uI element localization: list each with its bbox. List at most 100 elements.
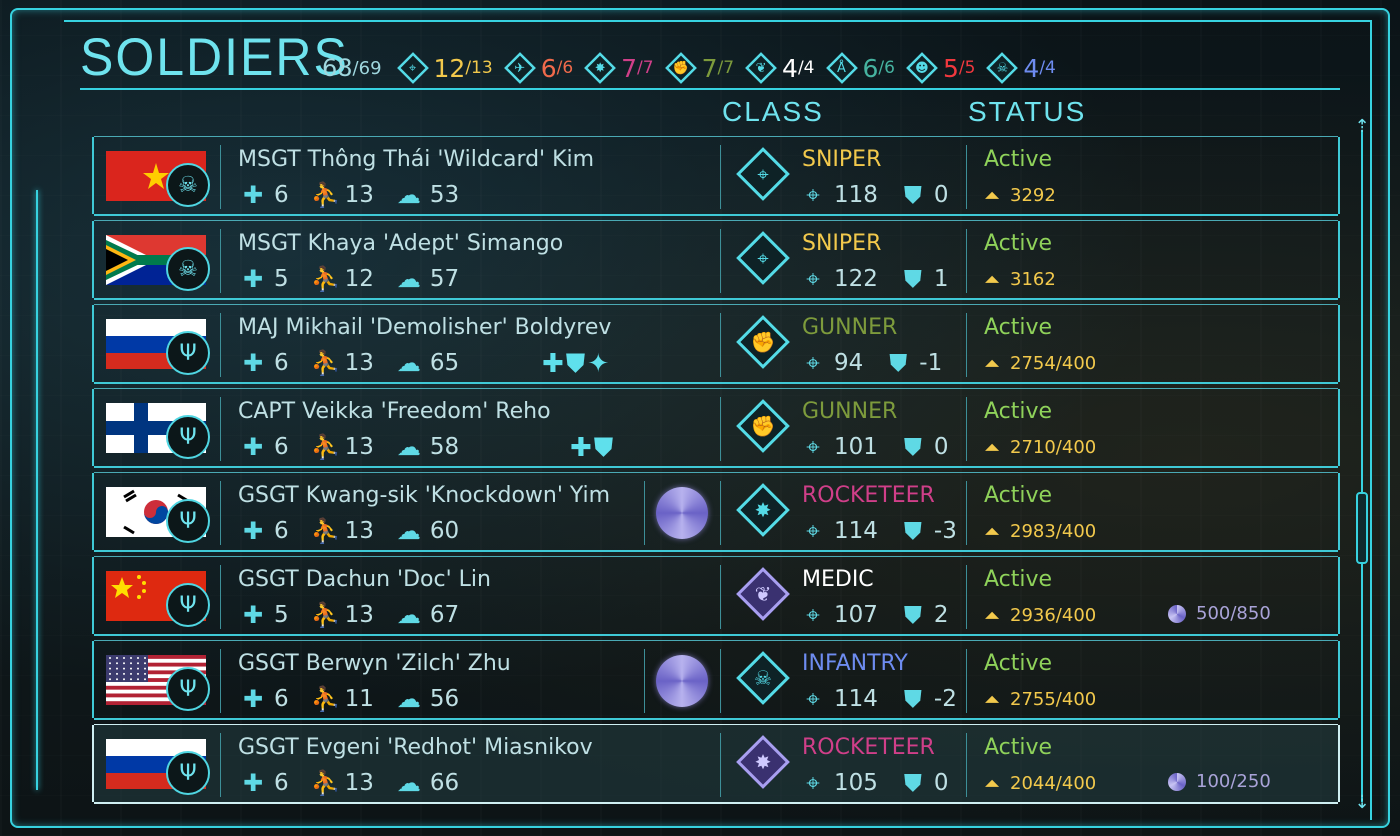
- soldier-row[interactable]: Ψ GSGT Dachun 'Doc' Lin ✚ 5 ⛹ 13 ☁ 67 ❦ MEDIC ⌖ 107…: [92, 556, 1340, 636]
- scroll-down-arrow-icon[interactable]: ⇣: [1352, 794, 1372, 812]
- stat-will: ☁ 56: [396, 685, 459, 713]
- stat-will-value: 57: [429, 266, 460, 292]
- mobility-perk-icon: ✦: [587, 349, 610, 379]
- soldier-stats: ✚ 6 ⛹ 13 ☁ 60: [240, 517, 481, 545]
- xp-value: 2936/400: [1010, 604, 1097, 626]
- scrollbar-track[interactable]: [1361, 130, 1363, 802]
- page-title: SOLDIERS: [80, 27, 349, 87]
- divider: [720, 229, 721, 293]
- soldier-row[interactable]: Ψ GSGT Berwyn 'Zilch' Zhu ✚ 6 ⛹ 11 ☁ 56 ☠ INFANTR…: [92, 640, 1340, 720]
- trident-rank-icon: Ψ: [166, 667, 210, 711]
- rank-chevron-icon: ⏶: [984, 687, 1000, 711]
- health-perk-icon: ✚: [570, 433, 592, 463]
- perk-icons: ✚ ⛊: [568, 433, 613, 464]
- stat-will: ☁ 53: [396, 181, 459, 209]
- health-cross-icon: ✚: [242, 349, 264, 377]
- stat-hp-value: 6: [274, 686, 289, 712]
- will-brain-icon: ☁: [396, 685, 421, 713]
- class-name: MEDIC: [802, 567, 874, 592]
- rank-chevron-icon: ⏶: [984, 183, 1000, 207]
- xp-value: 3292: [1010, 184, 1056, 206]
- scroll-up-arrow-icon[interactable]: ⇡: [1352, 118, 1372, 136]
- class-count-item: ✈ 6/6: [503, 51, 573, 85]
- health-cross-icon: ✚: [242, 685, 264, 713]
- aim-crosshair-icon: ⌖: [806, 517, 820, 545]
- class-stats: ⌖ 105 ⛊ 0: [800, 769, 971, 797]
- sniper-class-icon: ⌖: [736, 147, 790, 201]
- class-count-value: 6: [540, 53, 557, 83]
- stat-defense: ⛊ -2: [900, 685, 957, 713]
- defense-shield-icon: ⛊: [903, 685, 922, 713]
- health-perk-icon: ✚: [542, 349, 564, 379]
- class-count-value: 12: [433, 53, 466, 83]
- gunner-class-icon: ✊: [736, 399, 790, 453]
- xp-readout: ⏶ 3162: [984, 267, 1056, 291]
- stat-mobility-value: 13: [344, 770, 374, 796]
- defense-shield-icon: ⛊: [903, 769, 922, 797]
- aim-crosshair-icon: ⌖: [806, 349, 820, 377]
- defense-shield-icon: ⛊: [903, 601, 922, 629]
- medic-class-icon: ❦: [744, 51, 778, 85]
- class-count-item: ✊ 7/7: [664, 51, 734, 85]
- soldier-stats: ✚ 5 ⛹ 13 ☁ 67: [240, 601, 481, 629]
- soldier-name: GSGT Berwyn 'Zilch' Zhu: [238, 651, 511, 676]
- stat-defense-value: 0: [933, 770, 949, 796]
- class-stats: ⌖ 114 ⛊ -2: [800, 685, 979, 713]
- xp-value: 3162: [1010, 268, 1056, 290]
- stat-aim: ⌖ 114: [800, 517, 878, 545]
- stat-aim: ⌖ 118: [800, 181, 878, 209]
- stat-will-value: 65: [429, 350, 460, 376]
- health-cross-icon: ✚: [242, 181, 264, 209]
- rank-chevron-icon: ⏶: [984, 435, 1000, 459]
- stat-will: ☁ 67: [396, 601, 459, 629]
- class-stats: ⌖ 101 ⛊ 0: [800, 433, 971, 461]
- will-brain-icon: ☁: [396, 265, 421, 293]
- soldier-row[interactable]: Ψ CAPT Veikka 'Freedom' Reho ✚ 6 ⛹ 13 ☁ 58 ✚ ⛊ ✊ GU…: [92, 388, 1340, 468]
- class-name: GUNNER: [802, 315, 898, 340]
- soldier-name: MSGT Khaya 'Adept' Simango: [238, 231, 564, 256]
- soldier-stats: ✚ 5 ⛹ 12 ☁ 57: [240, 265, 481, 293]
- soldier-row[interactable]: Ψ GSGT Evgeni 'Redhot' Miasnikov ✚ 6 ⛹ 13 ☁ 66 ✸…: [92, 724, 1340, 804]
- mobility-runner-icon: ⛹: [310, 433, 341, 461]
- stat-defense: ⛊ -3: [900, 517, 957, 545]
- stat-mobility-value: 12: [344, 266, 374, 292]
- stat-mobility-value: 13: [344, 518, 374, 544]
- stat-hp-value: 5: [274, 602, 289, 628]
- xp-readout: ⏶ 2755/400: [984, 687, 1096, 711]
- stat-will-value: 58: [429, 434, 460, 460]
- soldier-row[interactable]: Ψ GSGT Kwang-sik 'Knockdown' Yim ✚ 6 ⛹ 13 ☁ 60 ✸…: [92, 472, 1340, 552]
- scrollbar-thumb[interactable]: [1356, 492, 1368, 564]
- status-text: Active: [984, 735, 1053, 760]
- divider: [220, 481, 221, 545]
- class-count-max: /6: [878, 58, 895, 78]
- stat-aim: ⌖ 114: [800, 685, 878, 713]
- stat-hp-value: 6: [274, 434, 289, 460]
- class-stats: ⌖ 122 ⛊ 1: [800, 265, 971, 293]
- class-count-item: ✸ 7/7: [583, 51, 654, 85]
- gunner-class-icon: ✊: [664, 51, 698, 85]
- xp-readout: ⏶ 2983/400: [984, 519, 1096, 543]
- soldier-row[interactable]: ☠ MSGT Thông Thái 'Wildcard' Kim ✚ 6 ⛹ 13 ☁ 53 ⌖…: [92, 136, 1340, 216]
- class-count-item: ⌖ 12/13: [396, 51, 493, 85]
- stat-mobility: ⛹ 12: [311, 265, 374, 293]
- stat-hp: ✚ 6: [240, 349, 289, 377]
- soldier-row[interactable]: ☠ MSGT Khaya 'Adept' Simango ✚ 5 ⛹ 12 ☁ 57 ⌖ SNIP…: [92, 220, 1340, 300]
- stat-mobility: ⛹ 13: [311, 181, 374, 209]
- total-soldier-count: 68: [322, 54, 353, 82]
- alien-class-icon: ☻: [905, 51, 939, 85]
- class-counts-bar: 68 /69 ⌖ 12/13 ✈ 6/6 ✸ 7/7 ✊ 7/7 ❦ 4/4 Å 6/6 ☻ 5/5 ☠ 4/…: [322, 50, 1066, 86]
- aim-crosshair-icon: ⌖: [806, 601, 820, 629]
- stat-defense: ⛊ 0: [900, 433, 949, 461]
- rank-chevron-icon: ⏶: [984, 351, 1000, 375]
- stat-will: ☁ 60: [396, 517, 459, 545]
- class-stats: ⌖ 107 ⛊ 2: [800, 601, 971, 629]
- stat-will-value: 56: [429, 686, 460, 712]
- stat-mobility-value: 13: [344, 182, 374, 208]
- divider: [966, 481, 967, 545]
- soldier-row[interactable]: Ψ MAJ Mikhail 'Demolisher' Boldyrev ✚ 6 ⛹ 13 ☁…: [92, 304, 1340, 384]
- stat-hp-value: 6: [274, 182, 289, 208]
- health-cross-icon: ✚: [242, 601, 264, 629]
- stat-will: ☁ 58: [396, 433, 459, 461]
- perk-icons: ✚ ⛊ ✦: [540, 349, 609, 380]
- mobility-runner-icon: ⛹: [310, 181, 341, 209]
